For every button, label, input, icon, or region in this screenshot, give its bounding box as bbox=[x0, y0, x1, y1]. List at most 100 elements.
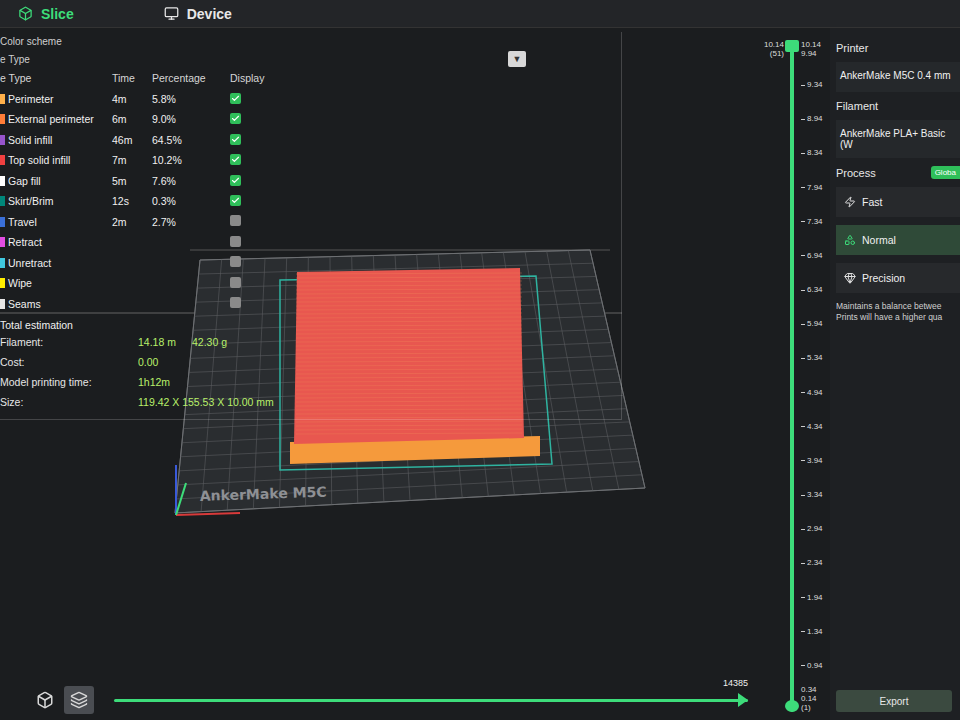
layer-tick: 8.94 bbox=[801, 114, 830, 124]
display-checkbox[interactable] bbox=[230, 215, 241, 226]
layer-tick: 6.94 bbox=[801, 251, 830, 261]
layer-label: 0.34 bbox=[801, 685, 830, 694]
legend-row: Retract bbox=[0, 233, 615, 252]
color-scheme-label: Color scheme bbox=[0, 34, 615, 49]
display-checkbox[interactable] bbox=[230, 154, 241, 165]
layer-slider[interactable]: 10.14(51)10.149.949.348.948.347.947.346.… bbox=[758, 28, 830, 720]
check-icon bbox=[231, 94, 240, 103]
layer-tick: 1.34 bbox=[801, 627, 830, 637]
global-badge[interactable]: Globa bbox=[931, 166, 960, 179]
layer-label: (51) bbox=[770, 49, 784, 58]
bolt-icon bbox=[844, 196, 856, 208]
export-button[interactable]: Export bbox=[836, 690, 952, 712]
display-checkbox[interactable] bbox=[230, 175, 241, 186]
display-checkbox[interactable] bbox=[230, 236, 241, 247]
printer-label: Printer bbox=[836, 42, 960, 54]
legend-row: Seams bbox=[0, 295, 615, 314]
legend-row: Travel2m2.7% bbox=[0, 213, 615, 232]
layer-tick: 6.34 bbox=[801, 285, 830, 295]
cube-icon bbox=[36, 691, 54, 709]
check-icon bbox=[231, 135, 240, 144]
legend-row: Wipe bbox=[0, 274, 615, 293]
legend-row: Perimeter4m5.8% bbox=[0, 90, 615, 109]
color-swatch bbox=[0, 176, 5, 186]
balance-icon bbox=[844, 234, 856, 246]
color-swatch bbox=[0, 258, 5, 268]
slicer-window: Slice Device AnkerMake M5C Color scheme e Ty… bbox=[0, 0, 960, 720]
layer-tick: 2.94 bbox=[801, 524, 830, 534]
check-icon bbox=[231, 155, 240, 164]
display-checkbox[interactable] bbox=[230, 134, 241, 145]
display-checkbox[interactable] bbox=[230, 297, 241, 308]
legend-row: External perimeter6m9.0% bbox=[0, 110, 615, 129]
dropdown-button[interactable]: ▼ bbox=[508, 51, 526, 67]
display-checkbox[interactable] bbox=[230, 195, 241, 206]
printer-select[interactable]: AnkerMake M5C 0.4 mm bbox=[836, 62, 960, 92]
move-knob[interactable] bbox=[738, 693, 748, 707]
layer-tick: 2.34 bbox=[801, 558, 830, 568]
top-tab[interactable]: Device bbox=[164, 6, 232, 22]
color-swatch bbox=[0, 217, 5, 227]
legend-row: Gap fill5m7.6% bbox=[0, 172, 615, 191]
color-swatch bbox=[0, 135, 5, 145]
color-swatch bbox=[0, 278, 5, 288]
device-icon bbox=[164, 6, 179, 21]
layer-label: 10.14 bbox=[801, 40, 830, 49]
check-icon bbox=[231, 196, 240, 205]
layer-tick: 4.34 bbox=[801, 422, 830, 432]
layer-tick: 1.94 bbox=[801, 593, 830, 603]
color-swatch bbox=[0, 114, 5, 124]
layer-tick: 8.34 bbox=[801, 148, 830, 158]
line-type-select[interactable]: e Type▼ bbox=[0, 51, 526, 67]
layer-tick: 7.34 bbox=[801, 217, 830, 227]
viewport: AnkerMake M5C Color scheme e Type▼ e TypeTi… bbox=[0, 28, 758, 720]
settings-panel: Printer AnkerMake M5C 0.4 mm Filament Anker… bbox=[830, 28, 960, 720]
filament-select[interactable]: AnkerMake PLA+ Basic (W bbox=[836, 120, 960, 158]
layer-label: 10.14 bbox=[764, 40, 784, 49]
process-label: ProcessGloba bbox=[836, 166, 960, 179]
lower-knob[interactable] bbox=[785, 700, 799, 712]
diamond-icon bbox=[844, 272, 856, 284]
move-slider[interactable]: 14385 bbox=[114, 674, 748, 710]
preset-description: Maintains a balance betweePrints will ha… bbox=[836, 301, 960, 323]
display-checkbox[interactable] bbox=[230, 277, 241, 288]
check-icon bbox=[231, 114, 240, 123]
color-swatch bbox=[0, 196, 5, 206]
cube-icon bbox=[18, 6, 33, 21]
model-top bbox=[294, 268, 524, 444]
view-button[interactable] bbox=[64, 686, 94, 714]
view-button[interactable] bbox=[30, 686, 60, 714]
bottom-bar: 14385 bbox=[0, 672, 758, 720]
preset-option[interactable]: Normal bbox=[836, 225, 960, 255]
layer-tick: 7.94 bbox=[801, 183, 830, 193]
display-checkbox[interactable] bbox=[230, 256, 241, 267]
total-label: Total estimation bbox=[0, 315, 615, 331]
color-swatch bbox=[0, 94, 5, 104]
upper-knob[interactable] bbox=[785, 40, 799, 52]
layer-tick: 4.94 bbox=[801, 388, 830, 398]
filament-label: Filament bbox=[836, 100, 960, 112]
stat-row: Model printing time:1h12m bbox=[0, 373, 615, 391]
check-icon bbox=[231, 176, 240, 185]
color-swatch bbox=[0, 155, 5, 165]
move-reading: 14385 bbox=[723, 678, 748, 688]
legend-row: Top solid infill7m10.2% bbox=[0, 151, 615, 170]
display-checkbox[interactable] bbox=[230, 113, 241, 124]
legend-header: e TypeTimePercentageDisplay bbox=[0, 69, 615, 88]
layer-tick: 3.94 bbox=[801, 456, 830, 466]
layer-tick: 3.34 bbox=[801, 490, 830, 500]
top-bar: Slice Device bbox=[0, 0, 960, 28]
stat-row: Cost:0.00 bbox=[0, 353, 615, 371]
bed-label: AnkerMake M5C bbox=[200, 484, 327, 504]
legend-row: Unretract bbox=[0, 254, 615, 273]
legend-row: Solid infill46m64.5% bbox=[0, 131, 615, 150]
preset-option[interactable]: Fast bbox=[836, 187, 960, 217]
preset-option[interactable]: Precision bbox=[836, 263, 960, 293]
layer-label: 0.14 bbox=[801, 694, 830, 703]
layer-label: 9.94 bbox=[801, 49, 830, 58]
top-tab[interactable]: Slice bbox=[18, 6, 74, 22]
color-swatch bbox=[0, 299, 5, 309]
layer-label: (1) bbox=[801, 703, 830, 712]
layers-icon bbox=[70, 691, 88, 709]
display-checkbox[interactable] bbox=[230, 93, 241, 104]
